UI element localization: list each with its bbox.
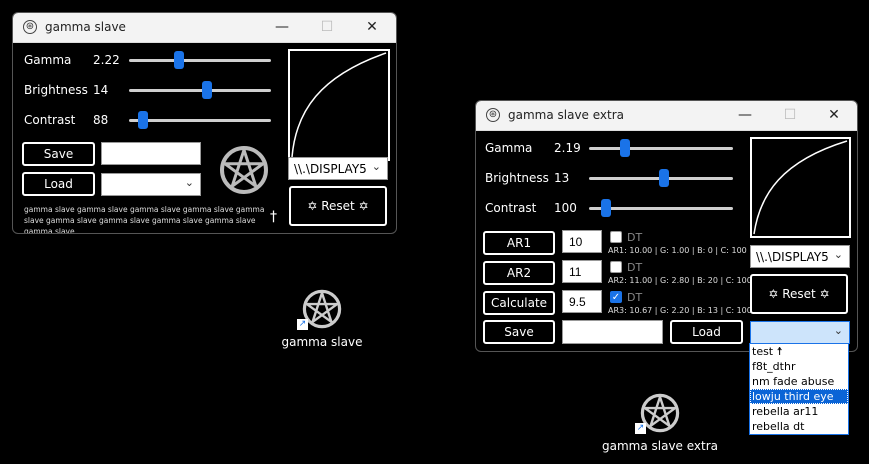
contrast-slider[interactable] — [129, 111, 271, 129]
dropdown-option[interactable]: test ☨ — [750, 344, 848, 359]
ar1-input[interactable] — [562, 230, 602, 253]
desktop-icon-gamma-slave-extra[interactable]: ↗ gamma slave extra — [600, 393, 720, 453]
load-preset-combo[interactable]: ⌄ — [101, 173, 201, 196]
brightness-slider[interactable] — [589, 169, 733, 187]
dropdown-option[interactable]: rebella ar11 — [750, 404, 848, 419]
slider-thumb[interactable] — [658, 169, 669, 187]
gamma-curve-preview — [288, 49, 390, 161]
slider-track — [589, 147, 733, 150]
ar2-input[interactable] — [562, 260, 602, 283]
window-gamma-slave-extra: ⊛ gamma slave extra — ☐ ✕ Gamma 2.19 Bri… — [475, 100, 858, 352]
slider-thumb[interactable] — [202, 81, 213, 99]
title-bar[interactable]: ⊛ gamma slave extra — ☐ ✕ — [476, 101, 857, 131]
reset-button[interactable]: ✡ Reset ✡ — [750, 274, 848, 314]
slider-thumb[interactable] — [173, 51, 184, 69]
reset-button[interactable]: ✡ Reset ✡ — [289, 186, 387, 226]
maximize-button[interactable]: ☐ — [768, 104, 812, 126]
load-button[interactable]: Load — [670, 320, 743, 344]
dropdown-option[interactable]: f8t_dthr — [750, 359, 848, 374]
ar3-dt-checkbox[interactable]: ✓ — [610, 291, 622, 303]
shortcut-arrow-icon: ↗ — [635, 423, 646, 434]
gamma-slider[interactable] — [589, 139, 733, 157]
ar3-dt-label: DT — [627, 291, 643, 304]
ar3-info: AR3: 10.67 | G: 2.20 | B: 13 | C: 100 — [608, 306, 752, 315]
slider-thumb[interactable] — [138, 111, 149, 129]
gamma-slider[interactable] — [129, 51, 271, 69]
window-title: gamma slave extra — [508, 108, 625, 122]
minimize-button[interactable]: — — [723, 104, 767, 126]
save-name-input[interactable] — [562, 320, 663, 344]
brightness-slider[interactable] — [129, 81, 271, 99]
gamma-curve — [291, 52, 387, 158]
desktop-icon-label: gamma slave — [281, 335, 363, 349]
minimize-button[interactable]: — — [260, 16, 304, 38]
calculate-button[interactable]: Calculate — [483, 291, 555, 315]
ar2-info: AR2: 11.00 | G: 2.80 | B: 20 | C: 100 — [608, 276, 752, 285]
display-value: \\.\DISPLAY5 — [756, 250, 829, 264]
load-button[interactable]: Load — [22, 172, 95, 196]
contrast-value: 88 — [93, 113, 109, 127]
ar2-button[interactable]: AR2 — [483, 261, 555, 285]
marquee-text: gamma slave gamma slave gamma slave gamm… — [24, 205, 265, 234]
chevron-down-icon: ⌄ — [833, 324, 843, 337]
display-select[interactable]: \\.\DISPLAY5 ⌄ — [288, 157, 388, 180]
gamma-label: Gamma — [24, 53, 72, 67]
slider-track — [129, 89, 271, 92]
display-select[interactable]: \\.\DISPLAY5 ⌄ — [750, 245, 850, 268]
gamma-curve-preview — [750, 137, 851, 238]
brightness-label: Brightness — [24, 83, 88, 97]
contrast-label: Contrast — [24, 113, 76, 127]
ar1-dt-label: DT — [627, 231, 643, 244]
contrast-value: 100 — [554, 201, 577, 215]
window-gamma-slave: ⊛ gamma slave — ☐ ✕ Gamma 2.22 Brightnes… — [12, 12, 397, 234]
dropdown-option[interactable]: lowju third eye — [750, 389, 848, 404]
save-button[interactable]: Save — [22, 142, 95, 166]
close-button[interactable]: ✕ — [350, 16, 394, 38]
dropdown-option[interactable]: nm fade abuse — [750, 374, 848, 389]
brightness-value: 14 — [93, 83, 109, 97]
slider-track — [129, 59, 271, 62]
brightness-label: Brightness — [485, 171, 549, 185]
shortcut-arrow-icon: ↗ — [297, 319, 308, 330]
slider-thumb[interactable] — [601, 199, 612, 217]
save-name-input[interactable] — [101, 142, 201, 165]
gamma-value: 2.22 — [93, 53, 120, 67]
pentagram-icon — [640, 393, 680, 433]
display-value: \\.\DISPLAY5 — [294, 162, 367, 176]
gamma-value: 2.19 — [554, 141, 581, 155]
cross-icon: † — [270, 209, 277, 225]
chevron-down-icon: ⌄ — [184, 176, 194, 189]
contrast-slider[interactable] — [589, 199, 733, 217]
pentagram-icon — [302, 289, 342, 329]
window-title: gamma slave — [45, 20, 126, 34]
chevron-down-icon: ⌄ — [371, 160, 381, 173]
pentagram-logo-icon — [219, 145, 269, 195]
preset-dropdown-list[interactable]: test ☨ f8t_dthr nm fade abuse lowju third e… — [749, 343, 849, 435]
title-bar[interactable]: ⊛ gamma slave — ☐ ✕ — [13, 13, 396, 43]
ar1-info: AR1: 10.00 | G: 1.00 | B: 0 | C: 100 — [608, 246, 747, 255]
slider-thumb[interactable] — [620, 139, 630, 157]
maximize-button[interactable]: ☐ — [305, 16, 349, 38]
desktop-icon-label: gamma slave extra — [601, 439, 719, 453]
ar3-input[interactable] — [562, 290, 602, 313]
slider-track — [129, 119, 271, 122]
ar2-dt-label: DT — [627, 261, 643, 274]
gamma-curve — [753, 140, 848, 235]
ar1-button[interactable]: AR1 — [483, 231, 555, 255]
chevron-down-icon: ⌄ — [833, 248, 843, 261]
desktop-icon-gamma-slave[interactable]: ↗ gamma slave — [277, 289, 367, 349]
brightness-value: 13 — [554, 171, 570, 185]
preset-combo[interactable]: ⌄ — [750, 321, 850, 344]
close-button[interactable]: ✕ — [812, 104, 856, 126]
save-button[interactable]: Save — [483, 320, 555, 344]
checkmark-icon: ✓ — [611, 292, 621, 303]
dropdown-option[interactable]: rebella dt — [750, 419, 848, 434]
ar2-dt-checkbox[interactable] — [610, 261, 622, 273]
ar1-dt-checkbox[interactable] — [610, 231, 622, 243]
app-icon: ⊛ — [486, 108, 500, 122]
gamma-label: Gamma — [485, 141, 533, 155]
app-icon: ⊛ — [23, 20, 37, 34]
contrast-label: Contrast — [485, 201, 537, 215]
